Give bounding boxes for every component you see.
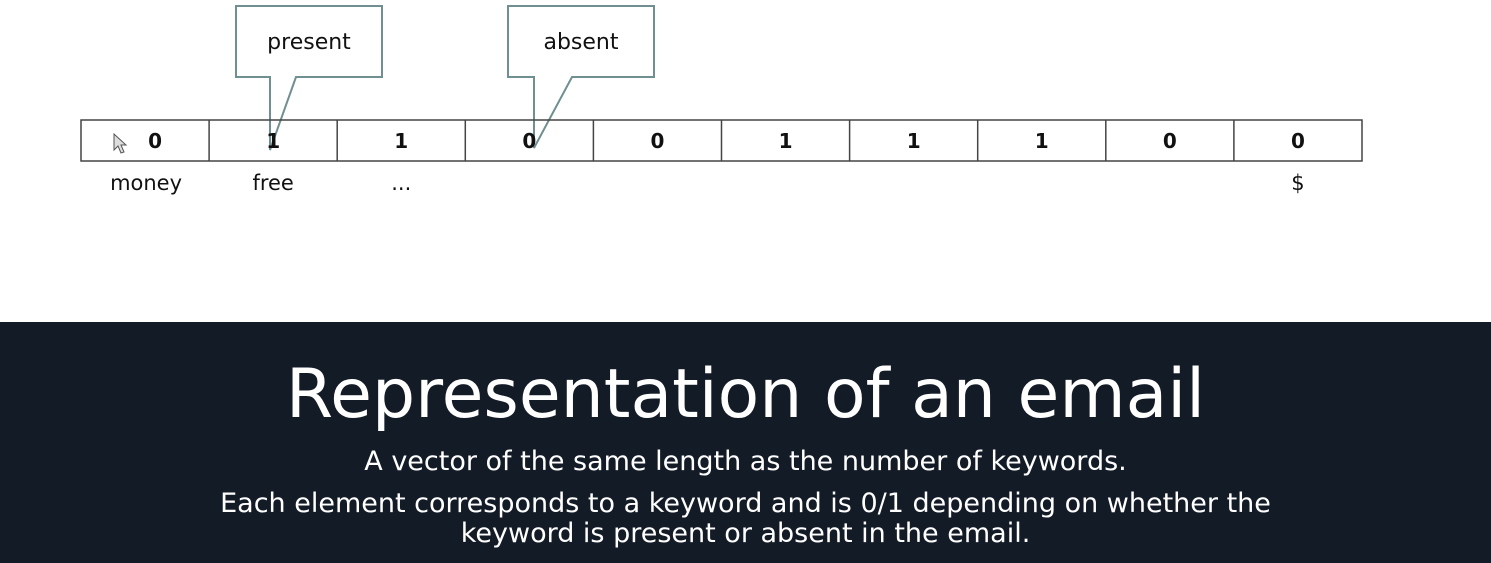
slide-subtitle-line2a: Each element corresponds to a keyword an…: [220, 488, 1271, 519]
vector-cell-value: 1: [394, 129, 408, 153]
vector-cell-value: 0: [148, 129, 162, 153]
vector-diagram: present absent 0 1 1 0 0 1 1 1 0 0 money free... $: [0, 0, 1491, 322]
keyword-label: ...: [391, 171, 411, 195]
keyword-label: free: [252, 171, 293, 195]
vector-cell-value: 1: [1035, 129, 1049, 153]
slide-subtitle-line1: A vector of the same length as the numbe…: [364, 446, 1127, 477]
mouse-pointer-icon: [113, 132, 128, 154]
vector-cell-value: 0: [1291, 129, 1305, 153]
vector-cell-value: 1: [266, 129, 280, 153]
vector-cells: 0 1 1 0 0 1 1 1 0 0: [148, 120, 1305, 161]
slide-title: Representation of an email: [285, 355, 1206, 434]
present-callout-box: [235, 5, 383, 151]
vector-labels: money free... $: [110, 171, 1305, 195]
present-callout: present: [235, 5, 383, 151]
vector-cell-value: 1: [907, 129, 921, 153]
slide: present absent 0110011100 money free... $ …: [0, 0, 1491, 563]
keyword-label: $: [1291, 171, 1304, 195]
vector-diagram-svg: present absent 0 1 1 0 0 1 1 1 0 0 money free... $: [80, 5, 1363, 195]
slide-subtitle-line2b: keyword is present or absent in the emai…: [460, 518, 1031, 549]
vector-cell-value: 1: [779, 129, 793, 153]
keyword-label: money: [110, 171, 182, 195]
present-callout-label: present: [267, 30, 351, 55]
absent-callout: absent: [507, 5, 655, 149]
absent-callout-box: [507, 5, 655, 149]
vector-cell-value: 0: [522, 129, 536, 153]
vector-cell-value: 0: [1163, 129, 1177, 153]
absent-callout-label: absent: [543, 30, 618, 55]
vector-cell-value: 0: [650, 129, 664, 153]
